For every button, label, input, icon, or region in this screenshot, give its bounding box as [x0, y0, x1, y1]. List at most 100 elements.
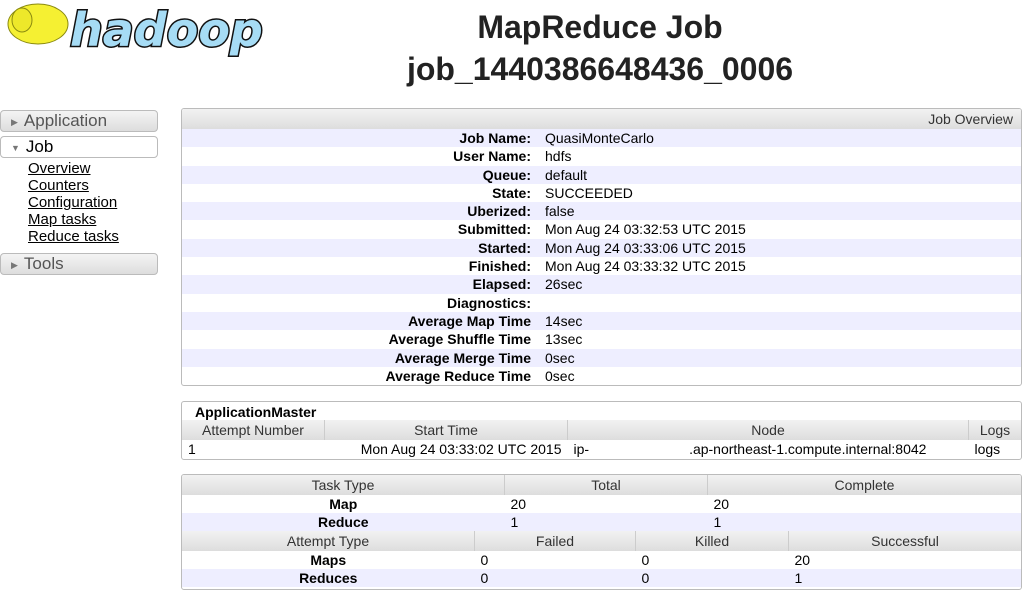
- col-killed: Killed: [635, 531, 789, 551]
- nav-tools[interactable]: ▶ Tools: [0, 253, 158, 275]
- col-failed: Failed: [474, 531, 636, 551]
- overview-value: default: [545, 166, 588, 183]
- overview-value: Mon Aug 24 03:33:32 UTC 2015: [545, 258, 746, 275]
- failed-link[interactable]: 0: [481, 570, 489, 586]
- node-suffix: .ap-northeast-1.compute.internal:8042: [689, 441, 927, 457]
- killed-link[interactable]: 0: [642, 552, 650, 568]
- overview-row: User Name: hdfs: [182, 147, 1021, 165]
- overview-row: Average Map Time 14sec: [182, 311, 1021, 331]
- nav-overview[interactable]: Overview: [28, 160, 158, 177]
- overview-label: Diagnostics:: [446, 294, 531, 311]
- overview-value: SUCCEEDED: [545, 184, 633, 201]
- failed-link[interactable]: 0: [481, 552, 489, 568]
- application-master-table: ApplicationMaster Attempt Number Start Ti…: [181, 401, 1022, 460]
- col-logs: Logs: [968, 420, 1021, 440]
- nav-configuration[interactable]: Configuration: [28, 194, 158, 211]
- start-time: Mon Aug 24 03:33:02 UTC 2015: [360, 441, 562, 457]
- complete: 20: [713, 496, 730, 512]
- node-cell: ip- .ap-northeast-1.compute.internal:8042: [568, 440, 969, 458]
- node-prefix: ip-: [573, 441, 590, 457]
- title-line1: MapReduce Job: [477, 9, 723, 45]
- overview-label: Finished:: [468, 258, 531, 275]
- col-task-type: Task Type: [182, 475, 505, 495]
- successful-link[interactable]: 20: [795, 552, 811, 568]
- complete: 1: [713, 514, 722, 530]
- overview-row: Average Merge Time 0sec: [182, 348, 1021, 367]
- nav-counters[interactable]: Counters: [28, 177, 158, 194]
- col-node: Node: [567, 420, 969, 440]
- overview-label: Elapsed:: [472, 276, 531, 293]
- overview-label: User Name:: [453, 148, 531, 165]
- attempt-number: 1: [188, 441, 196, 457]
- job-overview: Job Overview Job Name: QuasiMonteCarlo Use…: [181, 108, 1022, 386]
- successful-link[interactable]: 1: [795, 570, 803, 586]
- task-summary: Task Type Total Complete Map 20 20 Reduce 1 1 A…: [181, 474, 1022, 590]
- caret-down-icon: ▼: [11, 142, 20, 153]
- col-total: Total: [504, 475, 708, 495]
- am-title: ApplicationMaster: [195, 404, 317, 420]
- job-id: job_1440386648436_0006: [406, 51, 794, 87]
- overview-row: Uberized: false: [182, 202, 1021, 221]
- overview-row: Elapsed: 26sec: [182, 275, 1021, 294]
- nav-application[interactable]: ▶ Application: [0, 110, 158, 132]
- overview-value: 13sec: [545, 331, 583, 348]
- nav-label: Application: [23, 111, 108, 130]
- nav-reduce-tasks[interactable]: Reduce tasks: [28, 228, 158, 245]
- overview-value: QuasiMonteCarlo: [545, 130, 654, 146]
- sidebar-nav: ▶ Application ▼ Job Overview Counters Conf…: [0, 110, 158, 279]
- overview-row: Average Shuffle Time 13sec: [182, 330, 1021, 348]
- overview-row: Average Reduce Time 0sec: [182, 367, 1021, 385]
- overview-label: Average Merge Time: [394, 349, 531, 366]
- overview-value: Mon Aug 24 03:33:06 UTC 2015: [545, 239, 746, 256]
- overview-label: Submitted:: [457, 221, 531, 238]
- nav-label: Job: [25, 137, 54, 156]
- job-submenu: Overview Counters Configuration Map task…: [0, 160, 158, 245]
- overview-row: Started: Mon Aug 24 03:33:06 UTC 2015: [182, 238, 1021, 258]
- overview-value: false: [545, 203, 575, 220]
- overview-value: 0sec: [545, 367, 575, 384]
- total: 20: [510, 496, 527, 512]
- killed-link[interactable]: 0: [642, 570, 650, 586]
- nav-map-tasks[interactable]: Map tasks: [28, 211, 158, 228]
- logs-link[interactable]: logs: [975, 441, 1001, 457]
- overview-label: Average Map Time: [408, 312, 531, 329]
- overview-value: 0sec: [545, 349, 575, 366]
- task-type-link[interactable]: Reduce: [318, 514, 369, 530]
- svg-text:hadoop: hadoop: [70, 3, 263, 57]
- overview-value: hdfs: [545, 148, 572, 165]
- table-row: Reduce 1 1: [182, 513, 1021, 531]
- overview-value: 26sec: [545, 276, 583, 293]
- attempt-type: Maps: [310, 552, 347, 568]
- overview-label: Average Shuffle Time: [388, 331, 531, 348]
- overview-value: 14sec: [545, 312, 583, 329]
- col-attempt-type: Attempt Type: [182, 531, 475, 551]
- col-start: Start Time: [324, 420, 568, 440]
- overview-label: Uberized:: [467, 203, 531, 220]
- caret-right-icon: ▶: [11, 116, 18, 127]
- overview-label: State:: [492, 184, 531, 201]
- overview-label: Queue:: [482, 166, 531, 183]
- nav-job[interactable]: ▼ Job: [0, 136, 158, 158]
- table-row: Map 20 20: [182, 495, 1021, 513]
- caret-right-icon: ▶: [11, 259, 18, 270]
- task-type-link[interactable]: Map: [329, 496, 357, 512]
- overview-row: State: SUCCEEDED: [182, 184, 1021, 202]
- col-complete: Complete: [707, 475, 1021, 495]
- overview-value: Mon Aug 24 03:32:53 UTC 2015: [545, 221, 746, 238]
- table-row: Maps 0 0 20: [182, 551, 1021, 569]
- overview-label: Average Reduce Time: [385, 367, 531, 384]
- overview-row: Finished: Mon Aug 24 03:33:32 UTC 2015: [182, 257, 1021, 275]
- node-link[interactable]: ip- .ap-northeast-1.compute.internal:8042: [574, 441, 927, 457]
- overview-row: Submitted: Mon Aug 24 03:32:53 UTC 2015: [182, 220, 1021, 238]
- hadoop-logo[interactable]: hadoop: [0, 0, 300, 62]
- col-successful: Successful: [788, 531, 1021, 551]
- nav-label: Tools: [23, 254, 64, 273]
- overview-label: Job Name:: [459, 130, 531, 146]
- table-row: 1 Mon Aug 24 03:33:02 UTC 2015 ip- .ap-no…: [182, 440, 1021, 458]
- page-title: MapReduce Job job_1440386648436_0006: [380, 6, 820, 90]
- overview-row: Diagnostics:: [182, 294, 1021, 312]
- total: 1: [510, 514, 519, 530]
- col-attempt: Attempt Number: [182, 420, 325, 440]
- job-overview-header: Job Overview: [182, 109, 1021, 129]
- overview-row: Job Name: QuasiMonteCarlo: [182, 129, 1021, 148]
